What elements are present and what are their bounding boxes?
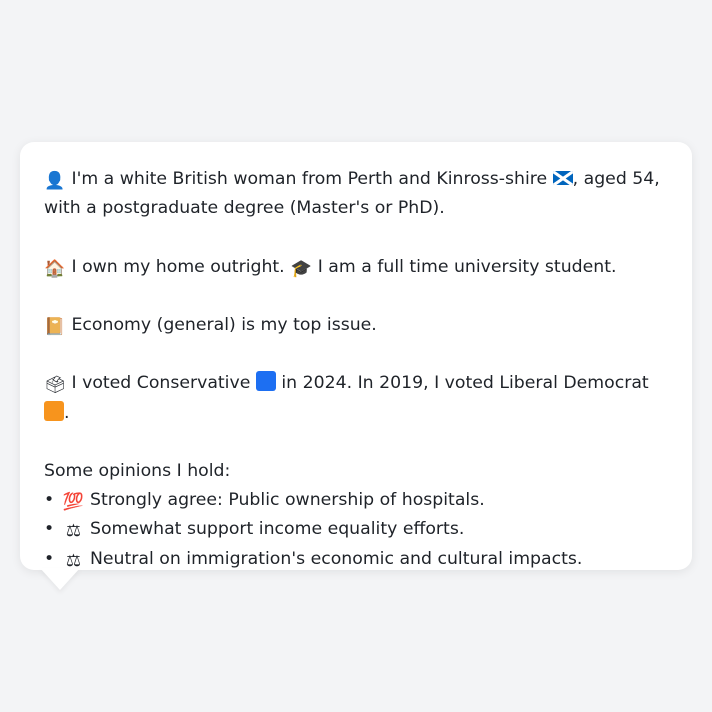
issue-text: Economy (general) is my top issue. bbox=[71, 314, 377, 335]
bullet: • bbox=[44, 519, 55, 540]
list-item: • ⚖ Neutral on immigration's economic an… bbox=[44, 545, 668, 574]
graduation-cap-icon: 🎓 bbox=[290, 258, 312, 279]
opinions-list: • 💯 Strongly agree: Public ownership of … bbox=[44, 486, 668, 574]
housing-text: I own my home outright. bbox=[71, 256, 285, 277]
house-icon: 🏠 bbox=[44, 258, 66, 279]
scotland-flag-icon bbox=[552, 171, 573, 185]
issue-line: 📔 Economy (general) is my top issue. bbox=[44, 311, 668, 340]
vote-text-b: in 2024. In 2019, I voted Liberal Democr… bbox=[281, 373, 649, 394]
ballot-box-icon: 🗳 bbox=[44, 375, 66, 396]
blue-square-icon bbox=[255, 371, 276, 392]
orange-square-icon bbox=[44, 400, 64, 421]
opinion-text: Strongly agree: Public ownership of hosp… bbox=[90, 490, 485, 511]
vote-text-c: . bbox=[64, 402, 70, 423]
vote-line: 🗳 I voted Conservative in 2024. In 2019,… bbox=[44, 369, 668, 427]
opinions-heading: Some opinions I hold: bbox=[44, 460, 231, 481]
persona-message-bubble: 👤 I'm a white British woman from Perth a… bbox=[20, 142, 692, 570]
balance-scale-icon: ⚖ bbox=[65, 521, 82, 542]
opinion-text: Neutral on immigration's economic and cu… bbox=[90, 548, 583, 569]
ledger-icon: 📔 bbox=[44, 316, 66, 337]
housing-line: 🏠 I own my home outright. 🎓 I am a full … bbox=[44, 253, 668, 282]
bubble-tail bbox=[40, 568, 80, 590]
chat-stage: 👤 I'm a white British woman from Perth a… bbox=[0, 0, 712, 712]
list-item: • 💯 Strongly agree: Public ownership of … bbox=[44, 486, 668, 515]
bullet: • bbox=[44, 490, 55, 511]
opinion-text: Somewhat support income equality efforts… bbox=[90, 519, 465, 540]
identity-text-a: I'm a white British woman from Perth and… bbox=[71, 169, 548, 189]
list-item: • ⚖ Somewhat support income equality eff… bbox=[44, 515, 668, 544]
vote-text-a: I voted Conservative bbox=[71, 373, 251, 394]
person-silhouette-icon: 👤 bbox=[44, 171, 66, 191]
hundred-points-icon: 💯 bbox=[62, 492, 85, 513]
occupation-text: I am a full time university student. bbox=[317, 256, 617, 277]
identity-line: 👤 I'm a white British woman from Perth a… bbox=[44, 165, 668, 223]
